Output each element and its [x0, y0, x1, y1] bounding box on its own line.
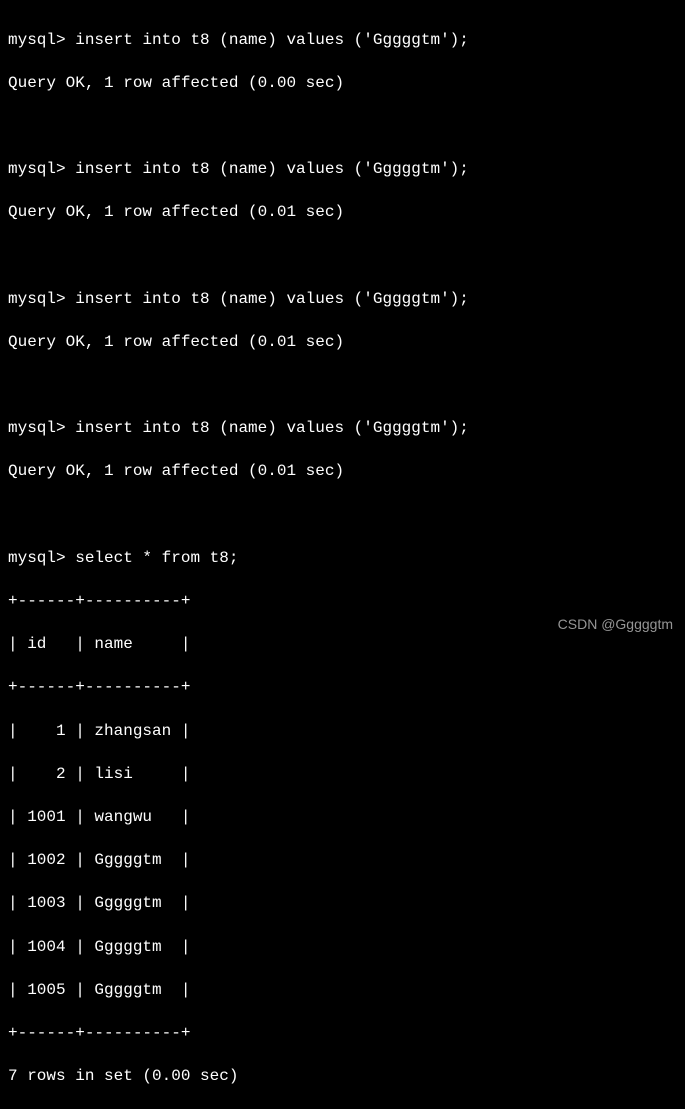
result-line: Query OK, 1 row affected (0.01 sec)	[8, 202, 677, 224]
table-border: +------+----------+	[8, 1023, 677, 1045]
table-row: | 1002 | Gggggtm |	[8, 850, 677, 872]
table-row: | 1005 | Gggggtm |	[8, 980, 677, 1002]
result-line: Query OK, 1 row affected (0.01 sec)	[8, 461, 677, 483]
sql-command: insert into t8 (name) values ('Gggggtm')…	[75, 419, 469, 437]
blank-line	[8, 505, 677, 527]
result-line: Query OK, 1 row affected (0.00 sec)	[8, 73, 677, 95]
table-row: | 2 | lisi |	[8, 764, 677, 786]
command-line: mysql> insert into t8 (name) values ('Gg…	[8, 30, 677, 52]
prompt: mysql>	[8, 31, 75, 49]
sql-command: insert into t8 (name) values ('Gggggtm')…	[75, 160, 469, 178]
table-header: | id | name |	[8, 634, 677, 656]
prompt: mysql>	[8, 290, 75, 308]
table-row: | 1003 | Gggggtm |	[8, 893, 677, 915]
command-line: mysql> select * from t8;	[8, 548, 677, 570]
blank-line	[8, 116, 677, 138]
blank-line	[8, 246, 677, 268]
sql-command: select * from t8;	[75, 549, 238, 567]
table-border: +------+----------+	[8, 677, 677, 699]
table-row: | 1 | zhangsan |	[8, 721, 677, 743]
command-line: mysql> insert into t8 (name) values ('Gg…	[8, 418, 677, 440]
blank-line	[8, 375, 677, 397]
prompt: mysql>	[8, 160, 75, 178]
command-line: mysql> insert into t8 (name) values ('Gg…	[8, 289, 677, 311]
result-footer: 7 rows in set (0.00 sec)	[8, 1066, 677, 1088]
prompt: mysql>	[8, 549, 75, 567]
command-line: mysql> insert into t8 (name) values ('Gg…	[8, 159, 677, 181]
table-border: +------+----------+	[8, 591, 677, 613]
sql-command: insert into t8 (name) values ('Gggggtm')…	[75, 290, 469, 308]
prompt: mysql>	[8, 419, 75, 437]
table-row: | 1004 | Gggggtm |	[8, 937, 677, 959]
result-line: Query OK, 1 row affected (0.01 sec)	[8, 332, 677, 354]
terminal-output: mysql> insert into t8 (name) values ('Gg…	[8, 8, 677, 1109]
watermark-text: CSDN @Gggggtm	[558, 615, 673, 634]
sql-command: insert into t8 (name) values ('Gggggtm')…	[75, 31, 469, 49]
table-row: | 1001 | wangwu |	[8, 807, 677, 829]
